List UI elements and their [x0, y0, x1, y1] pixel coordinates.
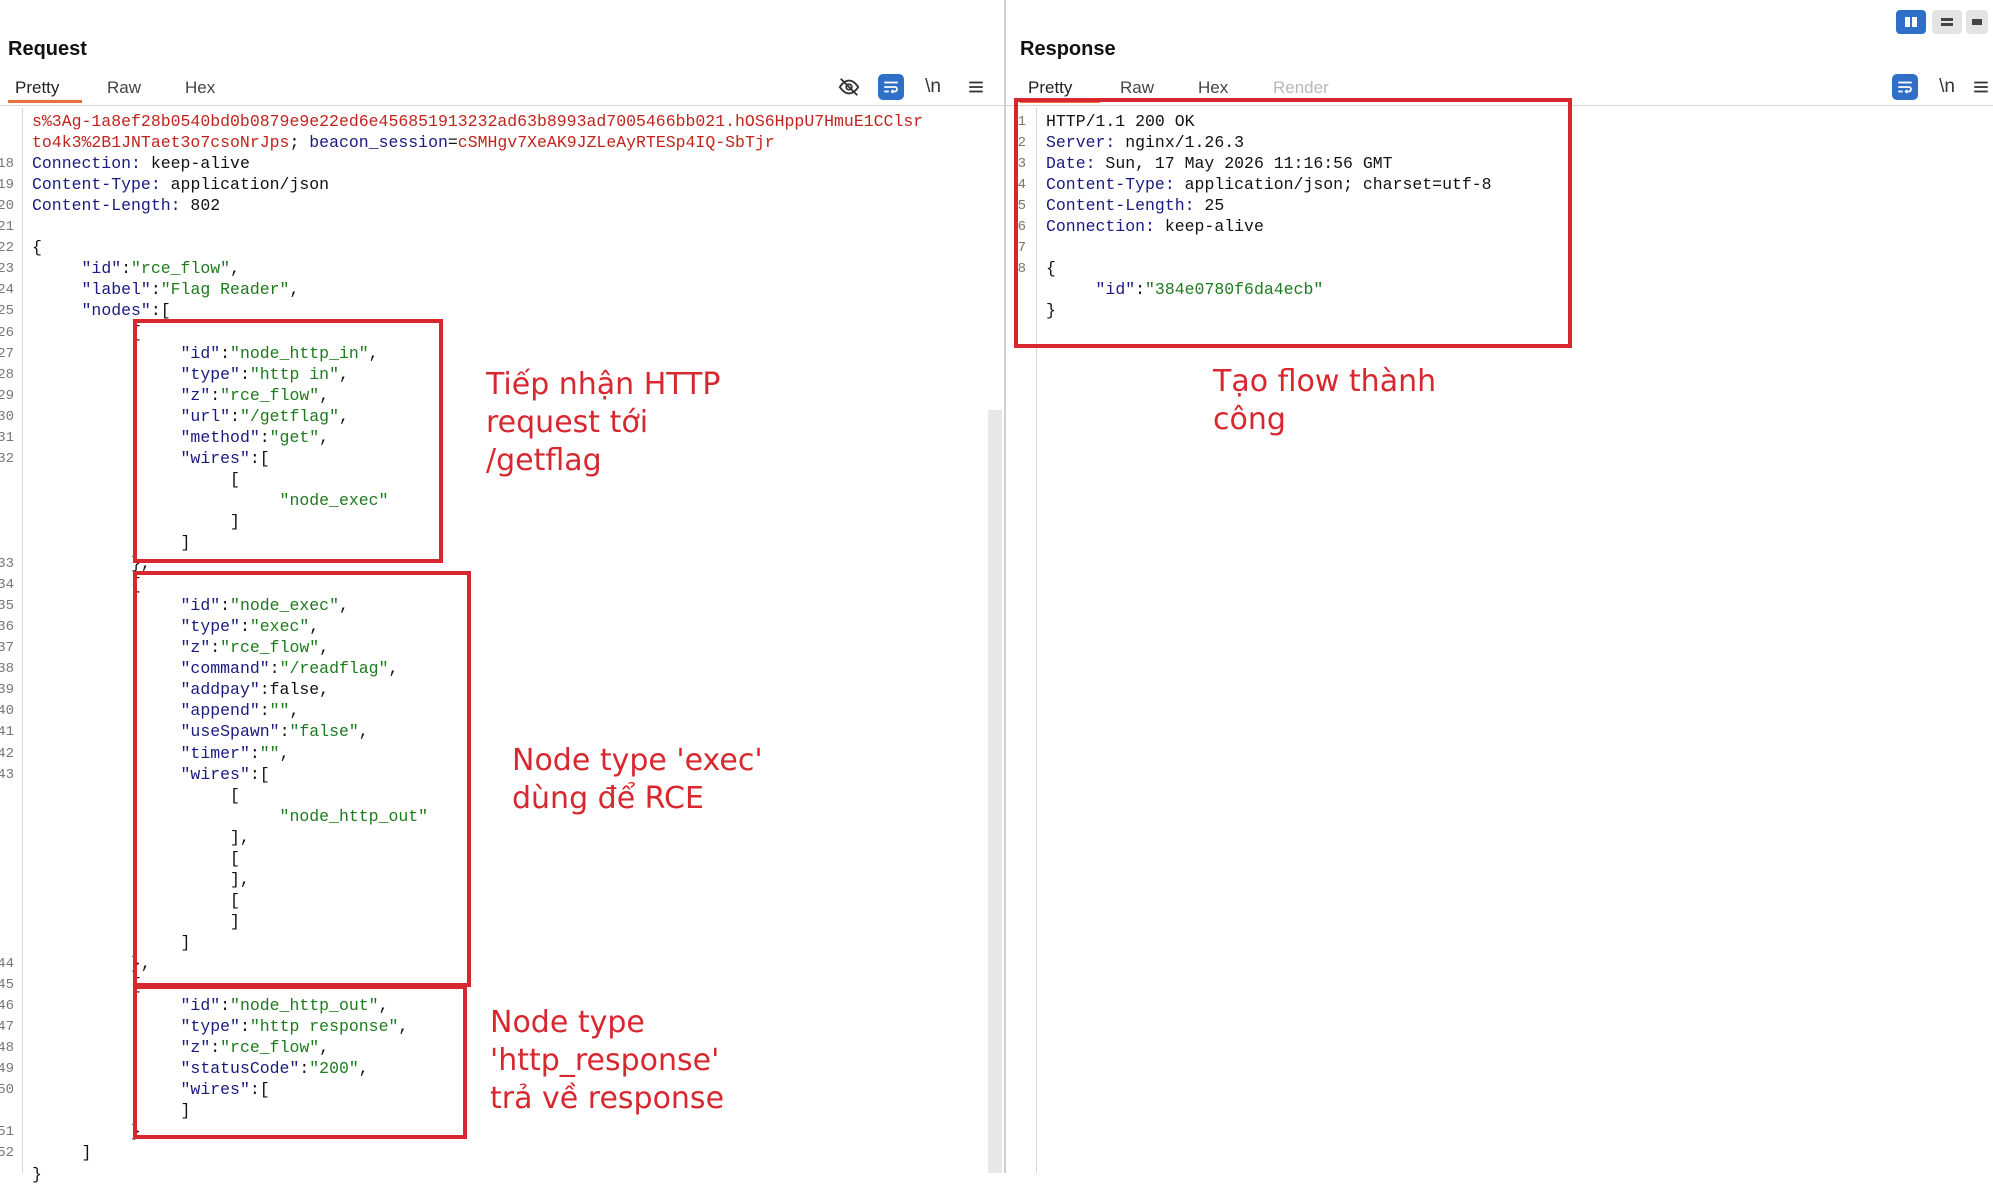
annotation-box-response — [1014, 98, 1572, 348]
annotation-text-exec: Node type 'exec' dùng để RCE — [512, 742, 792, 818]
line-number: 18 — [0, 156, 14, 173]
code-line: { — [32, 975, 141, 995]
line-number: 30 — [0, 408, 14, 425]
layout-cols-icon[interactable] — [1966, 10, 1988, 34]
annotation-line: /getflag — [486, 443, 602, 478]
annotation-box-http-in — [133, 319, 443, 563]
layout-rows-icon[interactable] — [1932, 10, 1962, 34]
line-number: 27 — [0, 345, 14, 362]
line-number: 25 — [0, 303, 14, 320]
request-pane: Request Pretty Raw Hex \n s%3Ag-1a8ef28b… — [0, 0, 1006, 1184]
response-pane: Response Pretty Raw Hex Render \n 1 HTTP/… — [1006, 0, 1993, 1173]
code-line: { — [32, 575, 141, 595]
line-number: 33 — [0, 556, 14, 573]
line-number: 29 — [0, 387, 14, 404]
annotation-box-exec — [133, 571, 471, 987]
response-title: Response — [1020, 38, 1116, 60]
line-number: 43 — [0, 766, 14, 783]
line-number: 35 — [0, 598, 14, 615]
request-tabbar-divider — [0, 105, 1004, 106]
code-line: s%3Ag-1a8ef28b0540bd0b0879e9e22ed6e45685… — [32, 112, 924, 131]
line-number: 50 — [0, 1082, 14, 1099]
code-line: to4k3%2B1JNTaet3o7csoNrJps; beacon_sessi… — [32, 133, 775, 153]
annotation-box-http-response — [133, 985, 467, 1139]
code-line: "id":"rce_flow", — [81, 259, 240, 279]
annotation-line: 'http_response' — [490, 1043, 720, 1078]
annotation-line: dùng để RCE — [512, 781, 704, 816]
line-number: 23 — [0, 261, 14, 278]
code-line: { — [32, 322, 141, 342]
response-tab-render[interactable]: Render — [1273, 78, 1329, 98]
line-number: 48 — [0, 1040, 14, 1057]
request-tab-raw[interactable]: Raw — [107, 78, 141, 98]
line-number: 40 — [0, 703, 14, 720]
annotation-line: Tạo flow thành — [1213, 364, 1437, 399]
annotation-line: Node type — [490, 1005, 645, 1040]
line-number: 31 — [0, 429, 14, 446]
hide-icon[interactable] — [836, 74, 862, 100]
code-line: Connection: keep-alive — [32, 154, 250, 174]
menu-icon[interactable] — [963, 74, 989, 100]
line-number: 26 — [0, 324, 14, 341]
newline-toggle-button[interactable]: \n — [920, 74, 946, 100]
code-line: ] — [32, 1143, 92, 1163]
line-number: 42 — [0, 745, 14, 762]
line-number: 24 — [0, 282, 14, 299]
response-tab-hex[interactable]: Hex — [1198, 78, 1228, 98]
annotation-text-http-response: Node type'http_response' trả về response — [490, 1004, 770, 1118]
line-number: 46 — [0, 998, 14, 1015]
line-number: 21 — [0, 219, 14, 236]
layout-split-icon[interactable] — [1896, 10, 1926, 34]
annotation-line: request tới — [486, 405, 649, 440]
line-number: 36 — [0, 619, 14, 636]
wrap-icon[interactable] — [878, 74, 904, 100]
response-tab-pretty[interactable]: Pretty — [1028, 78, 1072, 98]
line-number: 49 — [0, 1061, 14, 1078]
code-line: "label":"Flag Reader", — [81, 280, 300, 300]
line-number: 45 — [0, 977, 14, 994]
request-scrollbar[interactable] — [988, 410, 1002, 1173]
annotation-line: Tiếp nhận HTTP — [486, 367, 721, 402]
response-newline-toggle-button[interactable]: \n — [1934, 74, 1960, 100]
annotation-line: công — [1213, 402, 1286, 437]
annotation-text-http-in: Tiếp nhận HTTP request tới/getflag — [486, 366, 746, 480]
code-line: Content-Length: 802 — [32, 196, 221, 216]
request-title: Request — [8, 38, 87, 60]
code-line: } — [32, 1164, 42, 1184]
line-number: 32 — [0, 450, 14, 467]
request-active-tab-indicator — [8, 100, 82, 103]
code-line: } — [32, 1122, 141, 1142]
line-number: 22 — [0, 240, 14, 257]
code-line: "nodes":[ — [81, 301, 171, 321]
code-line: { — [32, 238, 42, 258]
line-number: 28 — [0, 366, 14, 383]
line-number: 47 — [0, 1019, 14, 1036]
response-tab-raw[interactable]: Raw — [1120, 78, 1154, 98]
response-menu-icon[interactable] — [1972, 74, 1990, 100]
line-number: 51 — [0, 1124, 14, 1141]
response-wrap-icon[interactable] — [1892, 74, 1918, 100]
request-tab-pretty[interactable]: Pretty — [15, 78, 59, 98]
line-number: 52 — [0, 1145, 14, 1162]
line-number: 19 — [0, 177, 14, 194]
annotation-line: Node type 'exec' — [512, 743, 763, 778]
code-line: Content-Type: application/json — [32, 175, 330, 195]
line-number: 44 — [0, 956, 14, 972]
line-number: 37 — [0, 640, 14, 657]
line-number: 38 — [0, 661, 14, 678]
annotation-text-response: Tạo flow thành công — [1213, 363, 1473, 439]
line-number: 41 — [0, 724, 14, 741]
request-tab-hex[interactable]: Hex — [185, 78, 215, 98]
line-number: 39 — [0, 682, 14, 699]
line-number: 20 — [0, 198, 14, 215]
line-number: 34 — [0, 577, 14, 594]
annotation-line: trả về response — [490, 1081, 725, 1116]
